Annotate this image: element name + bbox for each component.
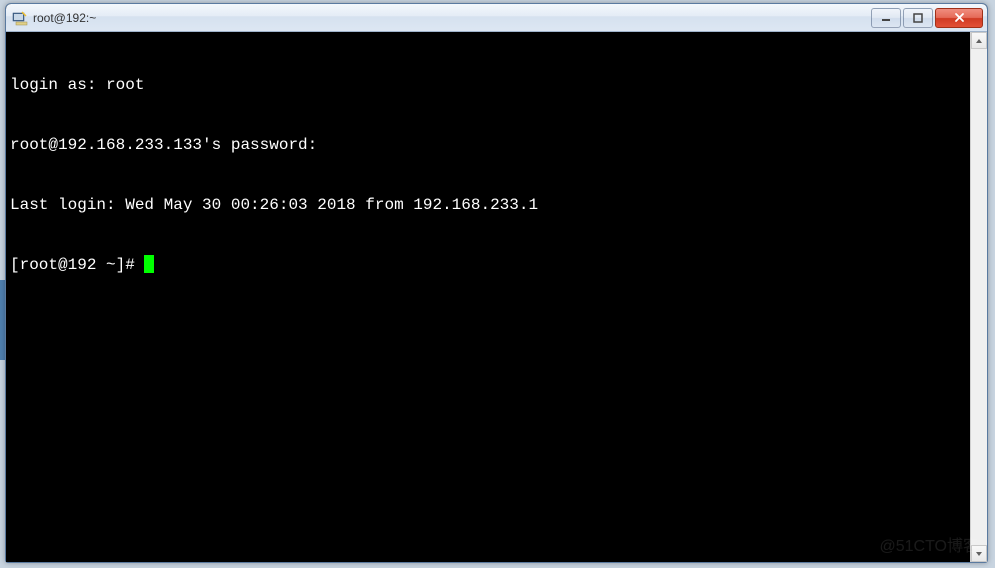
terminal-line: login as: root [10, 75, 966, 95]
terminal-prompt-line: [root@192 ~]# [10, 255, 966, 275]
cursor [144, 255, 154, 273]
terminal-line: Last login: Wed May 30 00:26:03 2018 fro… [10, 195, 966, 215]
scroll-down-button[interactable] [971, 545, 987, 562]
window-controls [869, 8, 983, 28]
titlebar[interactable]: root@192:~ [6, 4, 987, 32]
scrollbar[interactable] [970, 32, 987, 562]
minimize-button[interactable] [871, 8, 901, 28]
terminal-line: root@192.168.233.133's password: [10, 135, 966, 155]
terminal-content[interactable]: login as: root root@192.168.233.133's pa… [6, 32, 970, 562]
terminal-prompt: [root@192 ~]# [10, 256, 144, 274]
scrollbar-track[interactable] [971, 49, 987, 545]
maximize-button[interactable] [903, 8, 933, 28]
scroll-up-button[interactable] [971, 32, 987, 49]
terminal-window: root@192:~ login as: root root@192.168.2… [5, 3, 988, 563]
window-title: root@192:~ [33, 11, 869, 25]
close-button[interactable] [935, 8, 983, 28]
putty-icon [12, 10, 28, 26]
terminal-area: login as: root root@192.168.233.133's pa… [6, 32, 987, 562]
